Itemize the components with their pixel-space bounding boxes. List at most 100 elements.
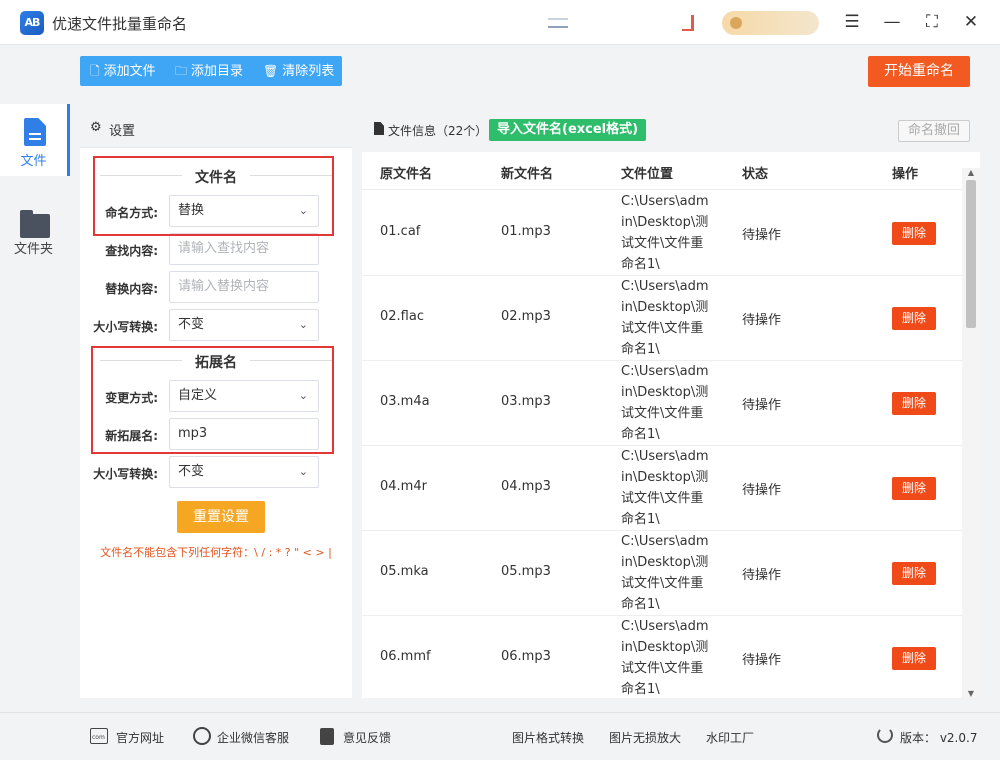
location-cell: C:\Users\admin\Desktop\测试文件\文件重命名1\ — [621, 619, 709, 697]
watermark-factory-link[interactable]: 水印工厂 — [706, 729, 754, 746]
chevron-down-icon: ⌄ — [298, 318, 308, 331]
delete-button[interactable]: 删除 — [892, 392, 936, 415]
delete-button[interactable]: 删除 — [892, 562, 936, 585]
new-name-cell: 02.mp3 — [501, 309, 551, 324]
add-file-label: 添加文件 — [103, 64, 156, 79]
delete-button[interactable]: 删除 — [892, 477, 936, 500]
file-icon — [24, 118, 46, 146]
new-name-cell: 05.mp3 — [501, 564, 551, 579]
original-name-cell: 03.m4a — [380, 394, 430, 409]
scroll-up-icon[interactable]: ▲ — [962, 168, 980, 177]
case-convert-select[interactable]: 不变 ⌄ — [169, 309, 319, 341]
chevron-down-icon: ⌄ — [298, 465, 308, 478]
ext-mode-select[interactable]: 自定义 ⌄ — [169, 380, 319, 412]
original-name-cell: 04.m4r — [380, 479, 427, 494]
title-bar: AB 优速文件批量重命名 ☰ — ⛶ ✕ — [0, 0, 1000, 45]
naming-mode-select[interactable]: 替换 ⌄ — [169, 195, 319, 227]
add-file-button[interactable]: 🗋 添加文件 — [90, 56, 156, 86]
table-row[interactable]: 01.caf 01.mp3 C:\Users\admin\Desktop\测试文… — [362, 191, 962, 276]
scroll-down-icon[interactable]: ▼ — [962, 689, 980, 698]
delete-button[interactable]: 删除 — [892, 307, 936, 330]
new-name-cell: 03.mp3 — [501, 394, 551, 409]
location-cell: C:\Users\admin\Desktop\测试文件\文件重命名1\ — [621, 449, 709, 527]
sidebar-item-folder[interactable]: 文件夹 — [0, 198, 70, 270]
ext-mode-label: 变更方式: — [105, 391, 158, 405]
ext-mode-value: 自定义 — [178, 388, 218, 403]
notification-icon[interactable] — [682, 15, 694, 31]
original-name-cell: 02.flac — [380, 309, 424, 324]
avatar — [730, 17, 742, 29]
start-rename-button[interactable]: 开始重命名 — [868, 56, 970, 87]
new-name-cell: 01.mp3 — [501, 224, 551, 239]
case-convert-label: 大小写转换: — [93, 320, 158, 334]
sidebar-item-file[interactable]: 文件 — [0, 104, 70, 176]
replace-content-input[interactable]: 请输入替换内容 — [169, 271, 319, 303]
reset-settings-button[interactable]: 重置设置 — [177, 501, 265, 533]
gear-icon: ⚙ — [90, 120, 102, 135]
minimize-button[interactable]: — — [880, 10, 904, 34]
settings-title: 设置 — [109, 124, 136, 139]
file-table-body: 01.caf 01.mp3 C:\Users\admin\Desktop\测试文… — [362, 191, 962, 698]
scrollbar-thumb[interactable] — [966, 180, 976, 328]
maximize-button[interactable]: ⛶ — [920, 10, 944, 34]
new-name-cell: 04.mp3 — [501, 479, 551, 494]
clear-list-button[interactable]: 🗑 清除列表 — [263, 56, 334, 86]
sidebar-item-label: 文件夹 — [13, 242, 53, 257]
wechat-support-link[interactable]: 企业微信客服 — [217, 729, 289, 746]
image-upscale-link[interactable]: 图片无损放大 — [609, 729, 681, 746]
new-extension-label: 新拓展名: — [105, 429, 158, 443]
chevron-down-icon: ⌄ — [298, 389, 308, 402]
undo-rename-button[interactable]: 命名撤回 — [898, 120, 970, 142]
image-format-convert-link[interactable]: 图片格式转换 — [512, 729, 584, 746]
table-row[interactable]: 05.mka 05.mp3 C:\Users\admin\Desktop\测试文… — [362, 531, 962, 616]
new-extension-input[interactable]: mp3 — [169, 418, 319, 450]
user-account-badge[interactable] — [722, 11, 819, 35]
left-sidebar: 文件 文件夹 — [0, 46, 70, 710]
app-title: 优速文件批量重命名 — [52, 15, 188, 33]
settings-header: ⚙ 设置 — [80, 108, 352, 148]
delete-button[interactable]: 删除 — [892, 647, 936, 670]
status-cell: 待操作 — [742, 313, 782, 328]
file-count-label: 文件信息（22个） — [388, 124, 488, 138]
add-directory-button[interactable]: 🗀 添加目录 — [175, 56, 243, 86]
original-name-cell: 06.mmf — [380, 649, 431, 664]
official-website-link[interactable]: 官方网址 — [116, 729, 164, 746]
table-row[interactable]: 04.m4r 04.mp3 C:\Users\admin\Desktop\测试文… — [362, 446, 962, 531]
find-content-input[interactable]: 请输入查找内容 — [169, 233, 319, 265]
add-directory-label: 添加目录 — [191, 64, 244, 79]
import-filenames-button[interactable]: 导入文件名(excel格式) — [489, 119, 647, 141]
version-label: 版本： v2.0.7 — [900, 731, 978, 745]
vertical-scrollbar[interactable]: ▲ ▼ — [962, 168, 980, 698]
ext-case-convert-select[interactable]: 不变 ⌄ — [169, 456, 319, 488]
location-cell: C:\Users\admin\Desktop\测试文件\文件重命名1\ — [621, 364, 709, 442]
trash-icon: 🗑 — [263, 64, 279, 78]
naming-mode-label: 命名方式: — [105, 206, 158, 220]
promo-icon[interactable] — [548, 18, 568, 28]
ext-case-convert-label: 大小写转换: — [93, 467, 158, 481]
footer-bar: 官方网址 企业微信客服 意见反馈 图片格式转换 图片无损放大 水印工厂 版本： … — [0, 712, 1000, 760]
location-cell: C:\Users\admin\Desktop\测试文件\文件重命名1\ — [621, 194, 709, 272]
replace-content-label: 替换内容: — [105, 282, 158, 296]
naming-mode-value: 替换 — [178, 203, 205, 218]
menu-icon[interactable]: ☰ — [840, 10, 864, 34]
status-cell: 待操作 — [742, 568, 782, 583]
settings-panel: ⚙ 设置 文件名 命名方式: 替换 ⌄ 查找内容: 请输入查找内容 替换内容: 请… — [80, 108, 352, 698]
case-convert-value: 不变 — [178, 317, 205, 332]
folder-icon — [20, 210, 50, 238]
table-row[interactable]: 06.mmf 06.mp3 C:\Users\admin\Desktop\测试文… — [362, 616, 962, 698]
table-header: 原文件名 新文件名 文件位置 状态 操作 — [362, 152, 962, 190]
website-icon — [90, 728, 108, 744]
column-location: 文件位置 — [621, 167, 674, 182]
close-button[interactable]: ✕ — [959, 10, 983, 34]
table-row[interactable]: 03.m4a 03.mp3 C:\Users\admin\Desktop\测试文… — [362, 361, 962, 446]
folder-add-icon: 🗀 — [175, 64, 188, 78]
document-icon — [374, 122, 384, 135]
delete-button[interactable]: 删除 — [892, 222, 936, 245]
clear-list-label: 清除列表 — [282, 64, 335, 79]
ext-case-convert-value: 不变 — [178, 464, 205, 479]
feedback-link[interactable]: 意见反馈 — [343, 729, 391, 746]
new-name-cell: 06.mp3 — [501, 649, 551, 664]
update-icon — [877, 727, 893, 743]
table-row[interactable]: 02.flac 02.mp3 C:\Users\admin\Desktop\测试… — [362, 276, 962, 361]
location-cell: C:\Users\admin\Desktop\测试文件\文件重命名1\ — [621, 279, 709, 357]
